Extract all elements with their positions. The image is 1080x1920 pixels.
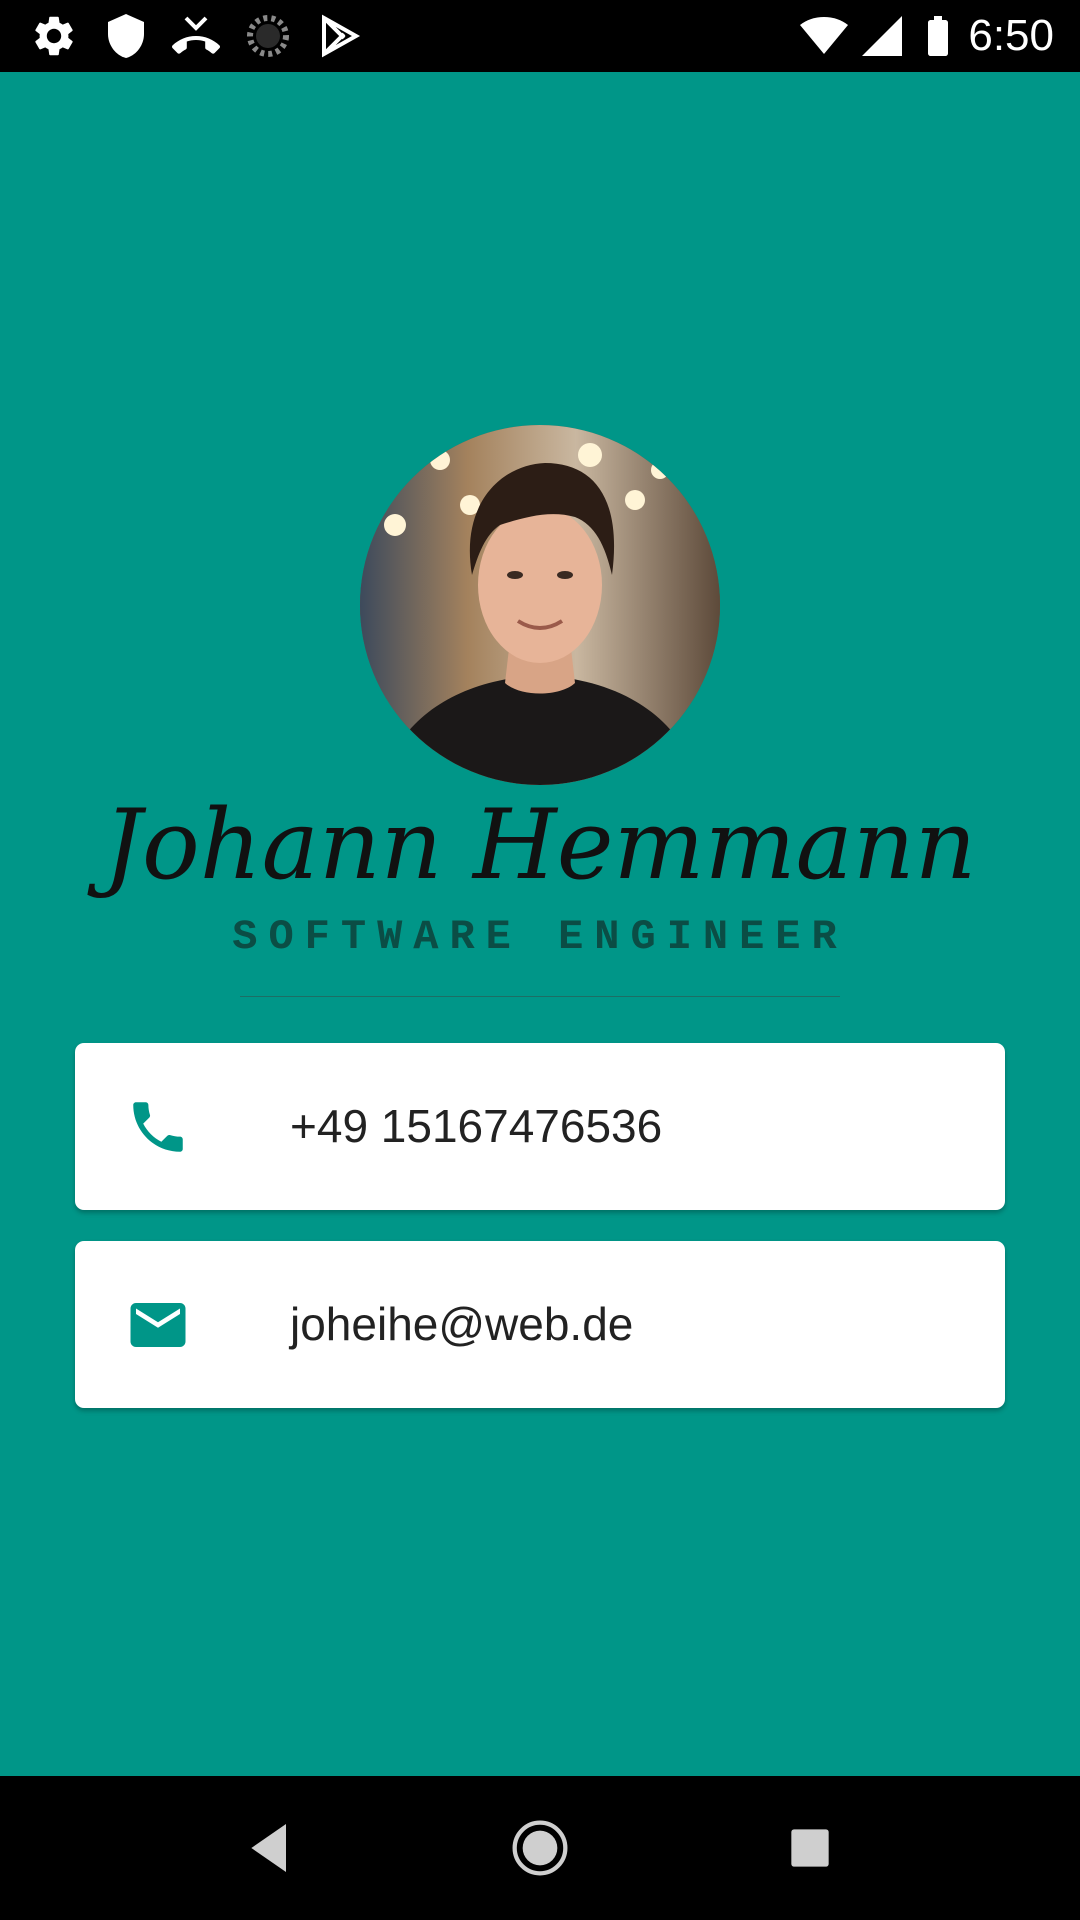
home-icon[interactable]: [508, 1816, 572, 1880]
profile-title: SOFTWARE ENGINEER: [232, 913, 848, 961]
play-store-icon: [322, 14, 361, 58]
missed-call-icon: [172, 16, 220, 54]
wifi-icon: [800, 17, 848, 54]
battery-icon: [928, 16, 948, 56]
phone-card[interactable]: +49 15167476536: [75, 1043, 1005, 1210]
status-time: 6:50: [968, 11, 1054, 60]
status-bar: 6:50: [0, 0, 1080, 72]
email-address: joheihe@web.de: [290, 1298, 634, 1350]
phone-icon: [133, 1102, 183, 1152]
cell-signal-icon: [862, 16, 902, 56]
recents-icon[interactable]: [778, 1816, 842, 1880]
settings-icon: [35, 16, 73, 56]
profile-avatar: [360, 425, 720, 785]
email-card[interactable]: joheihe@web.de: [75, 1241, 1005, 1408]
back-icon[interactable]: [238, 1816, 302, 1880]
phone-number: +49 15167476536: [290, 1100, 663, 1152]
profile-photo: [360, 425, 720, 785]
sync-spinner-icon: [247, 15, 289, 57]
shield-icon: [108, 14, 144, 58]
email-icon: [130, 1303, 186, 1347]
profile-name: Johann Hemmann: [103, 789, 977, 901]
app-screen: 6:50 Johann Hemmann SOFTWARE ENGINEER +4…: [0, 0, 1080, 1920]
divider: [240, 996, 840, 997]
navigation-bar: [0, 1776, 1080, 1920]
